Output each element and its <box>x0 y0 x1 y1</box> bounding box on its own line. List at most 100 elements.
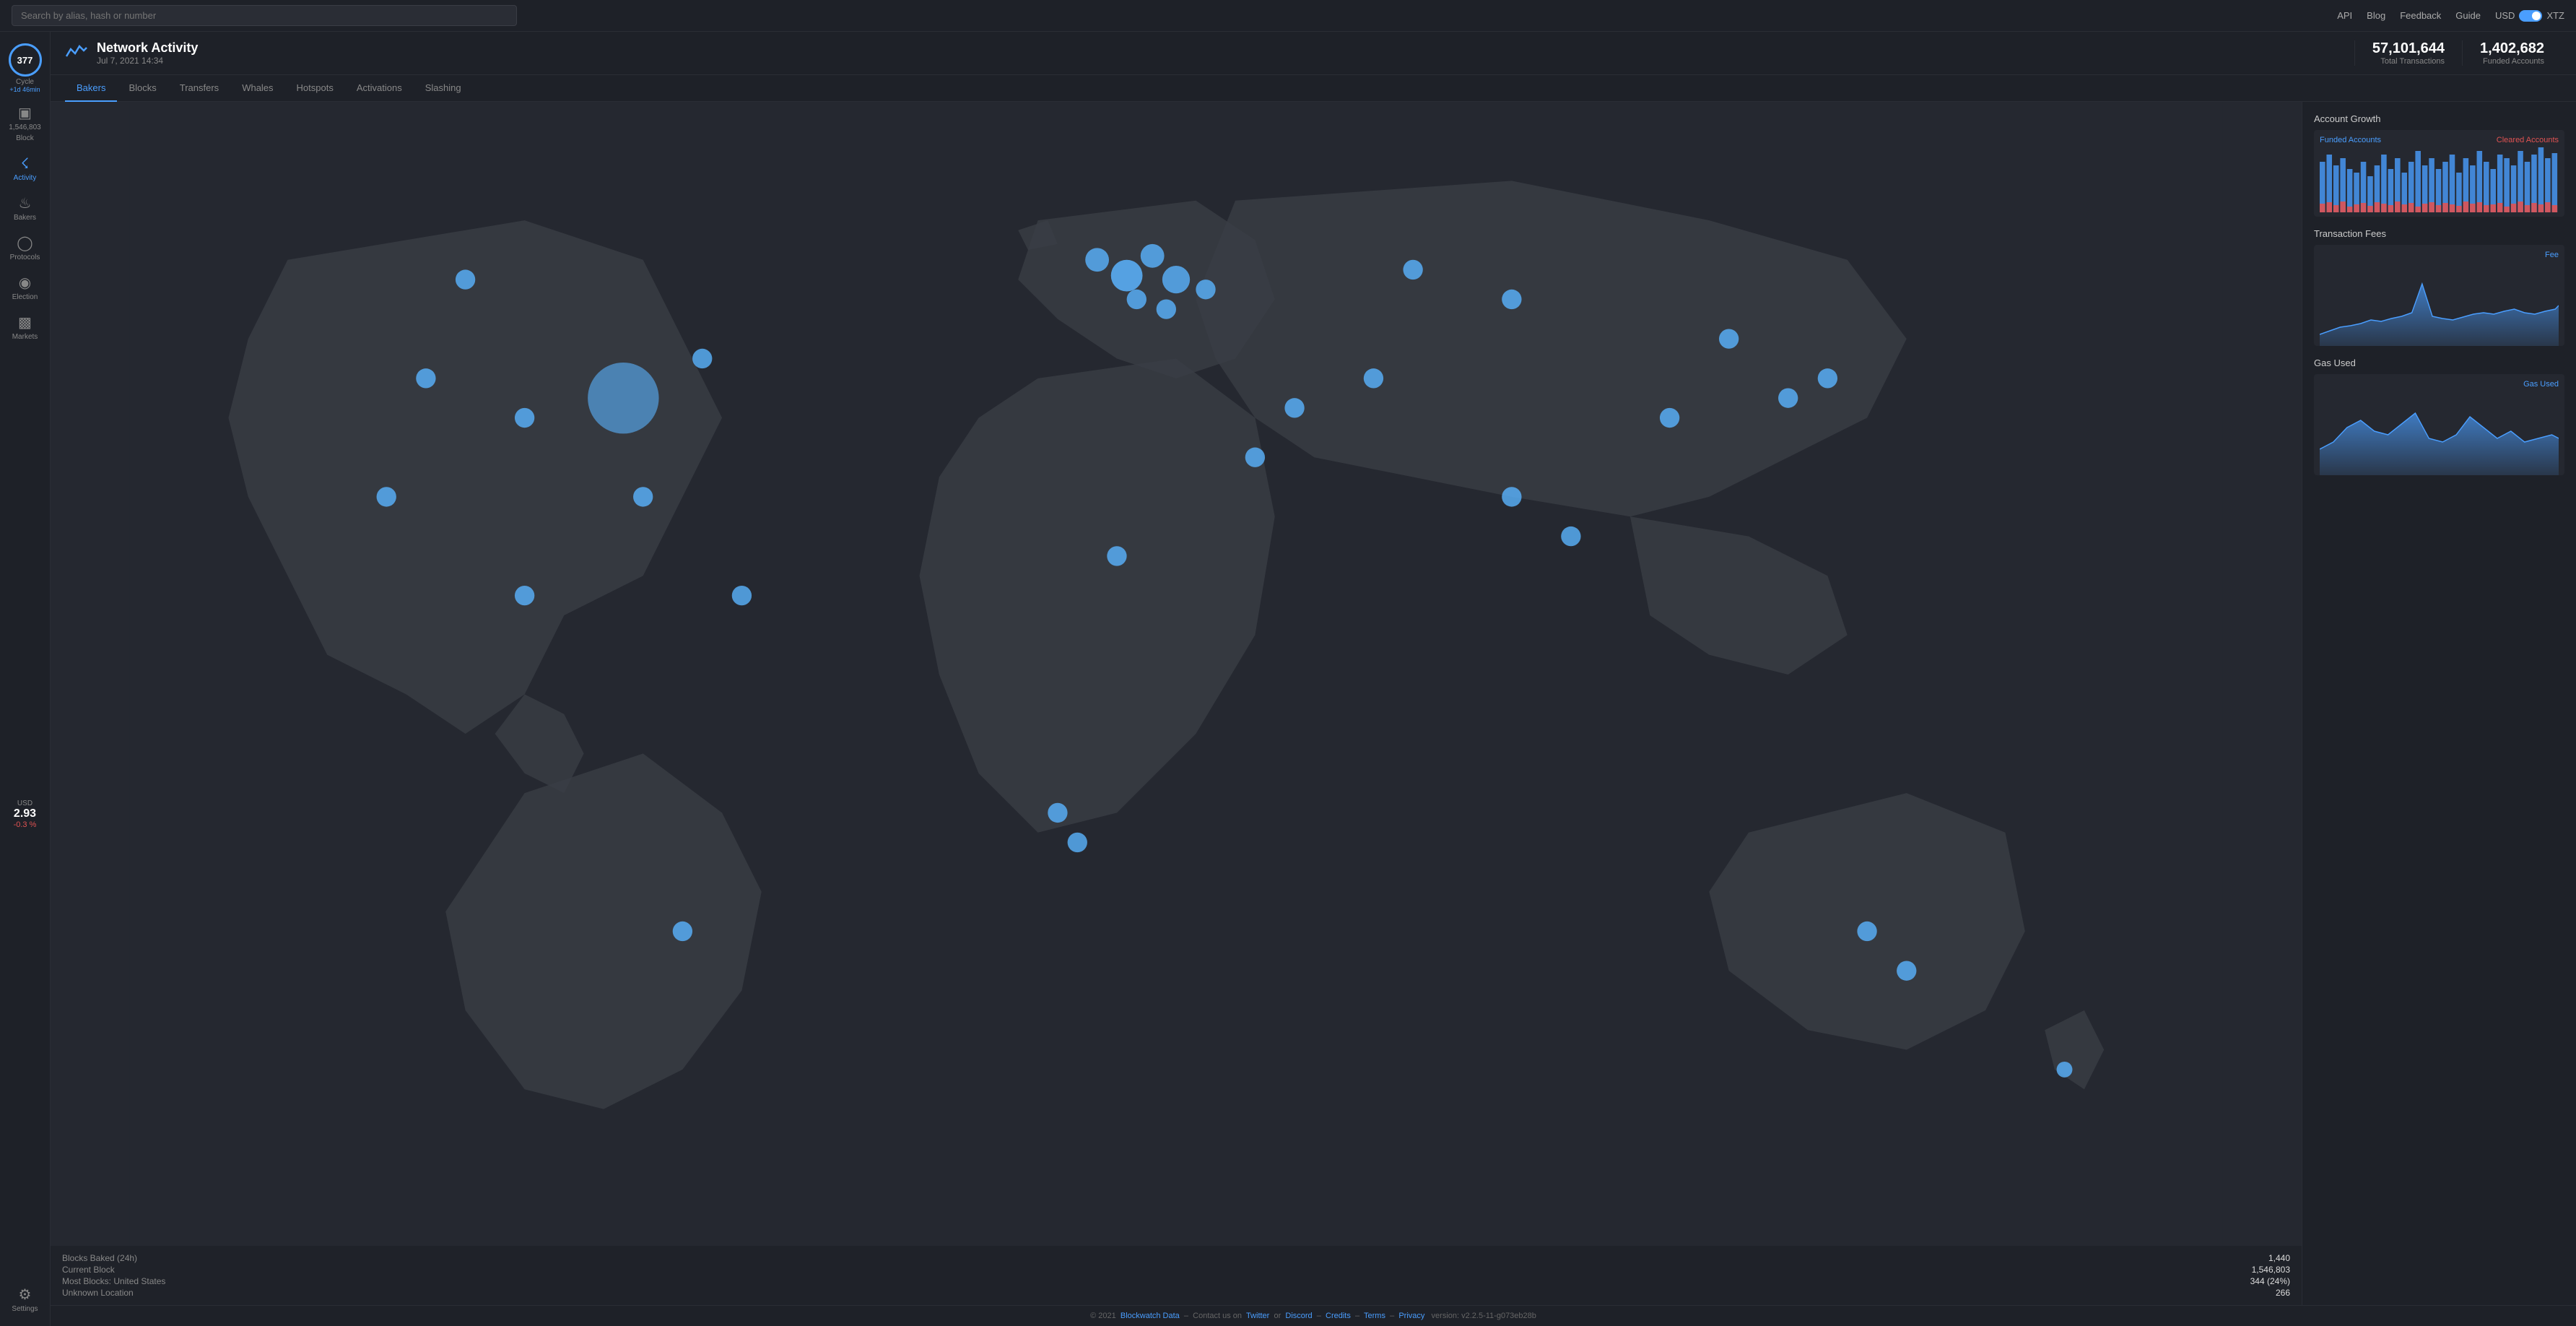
top-nav: API Blog Feedback Guide USD XTZ <box>0 0 2576 32</box>
content-area: Network Activity Jul 7, 2021 14:34 57,10… <box>51 32 2576 1326</box>
footer-twitter-link[interactable]: Twitter <box>1246 1312 1269 1320</box>
total-transactions-label: Total Transactions <box>2372 57 2445 66</box>
tab-bakers[interactable]: Bakers <box>65 75 117 102</box>
footer: © 2021 Blockwatch Data – Contact us on T… <box>51 1305 2576 1326</box>
total-transactions-value: 57,101,644 <box>2372 40 2445 57</box>
usd-label: USD <box>17 800 32 807</box>
footer-privacy-link[interactable]: Privacy <box>1398 1312 1424 1320</box>
page-title-group: Network Activity Jul 7, 2021 14:34 <box>97 40 198 66</box>
markets-icon: ▩ <box>18 316 32 330</box>
tabs-bar: Bakers Blocks Transfers Whales Hotspots … <box>51 75 2576 102</box>
block-icon: ▣ <box>18 106 32 121</box>
guide-link[interactable]: Guide <box>2455 10 2481 21</box>
footer-contact: Contact us on <box>1193 1312 1242 1320</box>
blocks-baked-label: Blocks Baked (24h) <box>62 1253 1193 1263</box>
cycle-sublabel: +1d 46min <box>9 86 40 93</box>
current-block-value: 1,546,803 <box>1222 1265 2290 1275</box>
sidebar-item-activity[interactable]: ☇ Activity <box>2 151 48 188</box>
nav-links: API Blog Feedback Guide USD XTZ <box>2337 10 2564 22</box>
gas-used-svg <box>2320 391 2559 475</box>
map-container: Blocks Baked (24h) 1,440 Current Block 1… <box>51 102 2302 1305</box>
gas-used-section: Gas Used Gas Used <box>2314 358 2564 475</box>
page-subtitle: Jul 7, 2021 14:34 <box>97 56 198 66</box>
election-label: Election <box>12 293 38 301</box>
tab-slashing[interactable]: Slashing <box>414 75 473 102</box>
unknown-location-value: 266 <box>1222 1288 2290 1298</box>
footer-credits-link[interactable]: Credits <box>1326 1312 1351 1320</box>
account-growth-chart: Funded Accounts Cleared Accounts <box>2314 130 2564 217</box>
funded-accounts-label: Funded Accounts <box>2480 57 2544 66</box>
gas-used-title: Gas Used <box>2314 358 2564 368</box>
sidebar-usd-info: USD 2.93 -0.3 % <box>14 794 37 835</box>
unknown-location-label: Unknown Location <box>62 1288 1193 1298</box>
account-growth-title: Account Growth <box>2314 113 2564 124</box>
footer-terms-link[interactable]: Terms <box>1364 1312 1385 1320</box>
usd-change: -0.3 % <box>14 820 37 829</box>
page-stats: 57,101,644 Total Transactions 1,402,682 … <box>2354 40 2562 66</box>
blog-link[interactable]: Blog <box>2367 10 2385 21</box>
total-transactions-stat: 57,101,644 Total Transactions <box>2354 40 2462 66</box>
fees-legend: Fee <box>2320 251 2559 259</box>
sidebar-item-cycle[interactable]: 377 Cycle +1d 46min <box>9 39 42 98</box>
usd-price: 2.93 <box>14 807 36 820</box>
currency-toggle: USD XTZ <box>2495 10 2564 22</box>
transaction-fees-chart: Fee <box>2314 245 2564 346</box>
election-icon: ◉ <box>19 276 31 290</box>
sidebar-item-markets[interactable]: ▩ Markets <box>2 310 48 347</box>
cycle-label: Cycle <box>16 78 34 86</box>
bakers-icon: ♨ <box>19 196 32 211</box>
right-panel: Account Growth Funded Accounts Cleared A… <box>2302 102 2576 1305</box>
world-map <box>51 102 2302 1247</box>
activity-label: Activity <box>14 174 37 182</box>
footer-company-link[interactable]: Blockwatch Data <box>1121 1312 1180 1320</box>
funded-accounts-value: 1,402,682 <box>2480 40 2544 57</box>
gas-used-legend: Gas Used <box>2523 380 2559 389</box>
footer-version: version: v2.2.5-11-g073eb28b <box>1432 1312 1536 1320</box>
main-layout: 377 Cycle +1d 46min ▣ 1,546,803 Block ☇ … <box>0 32 2576 1326</box>
transaction-fees-svg <box>2320 262 2559 346</box>
sidebar-item-protocols[interactable]: ◯ Protocols <box>2 230 48 267</box>
block-number: 1,546,803 <box>9 124 41 131</box>
activity-icon: ☇ <box>21 157 29 171</box>
markets-label: Markets <box>12 333 38 341</box>
protocols-icon: ◯ <box>17 236 32 251</box>
gas-legend: Gas Used <box>2320 380 2559 389</box>
settings-icon: ⚙ <box>19 1288 32 1302</box>
tab-whales[interactable]: Whales <box>230 75 284 102</box>
footer-discord-link[interactable]: Discord <box>1285 1312 1312 1320</box>
currency-xtz-label: XTZ <box>2546 10 2564 21</box>
account-growth-legend: Funded Accounts Cleared Accounts <box>2320 136 2559 144</box>
funded-accounts-stat: 1,402,682 Funded Accounts <box>2462 40 2562 66</box>
page-title: Network Activity <box>97 40 198 56</box>
bakers-label: Bakers <box>14 214 36 222</box>
settings-label: Settings <box>12 1305 38 1313</box>
currency-usd-label: USD <box>2495 10 2515 21</box>
sidebar-item-election[interactable]: ◉ Election <box>2 270 48 307</box>
page-header: Network Activity Jul 7, 2021 14:34 57,10… <box>51 32 2576 75</box>
funded-legend: Funded Accounts <box>2320 136 2381 144</box>
most-blocks-label: Most Blocks: United States <box>62 1276 1193 1286</box>
api-link[interactable]: API <box>2337 10 2352 21</box>
cycle-number: 377 <box>17 55 33 66</box>
block-label: Block <box>16 134 33 142</box>
current-block-label: Current Block <box>62 1265 1193 1275</box>
feedback-link[interactable]: Feedback <box>2400 10 2441 21</box>
tab-activations[interactable]: Activations <box>345 75 414 102</box>
network-activity-icon <box>65 42 88 65</box>
cycle-badge: 377 <box>9 43 42 77</box>
sidebar-item-block[interactable]: ▣ 1,546,803 Block <box>2 100 48 148</box>
most-blocks-value: 344 (24%) <box>1222 1276 2290 1286</box>
tab-blocks[interactable]: Blocks <box>117 75 167 102</box>
footer-copyright: © 2021 <box>1090 1312 1116 1320</box>
footer-or: or <box>1274 1312 1281 1320</box>
account-growth-section: Account Growth Funded Accounts Cleared A… <box>2314 113 2564 217</box>
sidebar-item-bakers[interactable]: ♨ Bakers <box>2 191 48 228</box>
blocks-baked-value: 1,440 <box>1222 1253 2290 1263</box>
search-input[interactable] <box>12 5 517 26</box>
tab-transfers[interactable]: Transfers <box>168 75 230 102</box>
tab-hotspots[interactable]: Hotspots <box>285 75 345 102</box>
protocols-label: Protocols <box>10 254 40 261</box>
body-area: Blocks Baked (24h) 1,440 Current Block 1… <box>51 102 2576 1305</box>
sidebar-item-settings[interactable]: ⚙ Settings <box>2 1282 48 1319</box>
currency-toggle-switch[interactable] <box>2519 10 2542 22</box>
